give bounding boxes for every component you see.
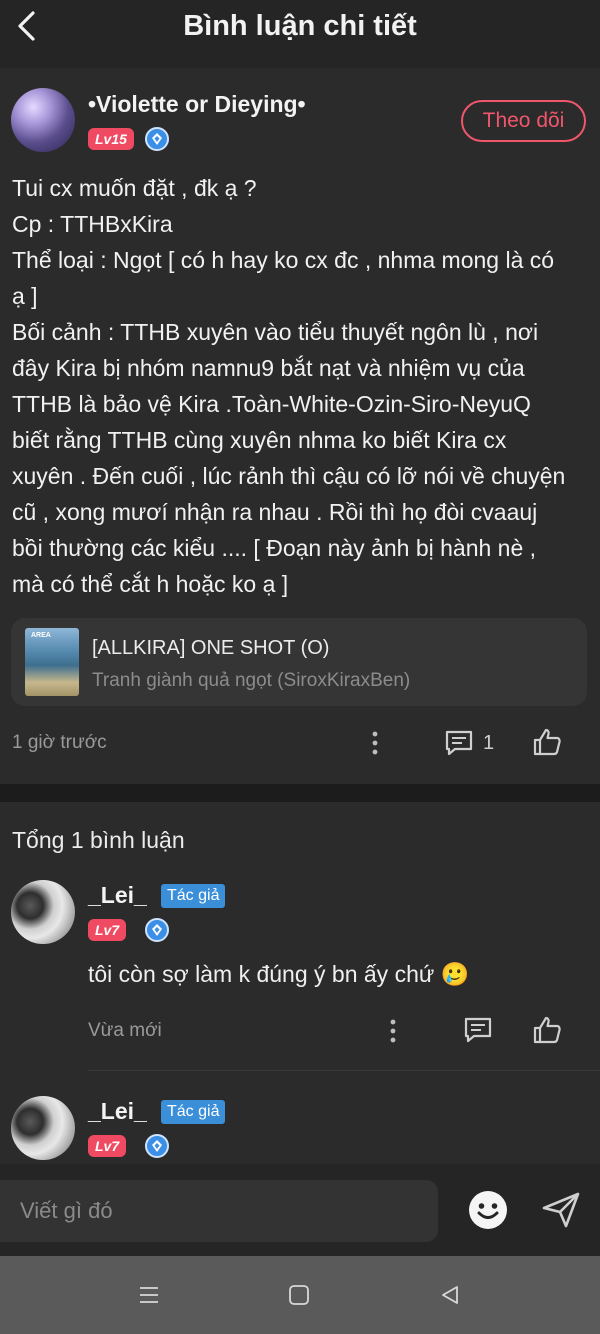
smiley-icon[interactable]	[466, 1188, 510, 1232]
post-line: mà có thể cắt h hoặc ko ạ ]	[12, 571, 289, 597]
comment-time: Vừa mới	[88, 1020, 162, 1041]
commenter-avatar[interactable]	[11, 1096, 75, 1160]
total-comments-label: Tổng 1 bình luận	[12, 827, 185, 853]
author-tag: Tác giả	[161, 884, 226, 908]
send-icon[interactable]	[539, 1189, 583, 1231]
more-vertical-icon[interactable]	[364, 728, 386, 758]
story-title: [ALLKIRA] ONE SHOT (O)	[92, 637, 330, 659]
vip-diamond-icon	[145, 1134, 169, 1158]
vip-diamond-icon	[145, 918, 169, 942]
home-square-icon[interactable]	[287, 1283, 311, 1307]
author-tag: Tác giả	[161, 1100, 226, 1124]
post-line: Tui cx muốn đặt , đk ạ ?	[12, 175, 257, 201]
author-avatar[interactable]	[11, 88, 75, 152]
comment-input[interactable]: Viết gì đó	[0, 1180, 438, 1242]
post-line: bồi thường các kiểu .... [ Đoạn này ảnh …	[12, 535, 537, 561]
comment-text: tôi còn sợ làm k đúng ý bn ấy chứ 🥲	[88, 961, 470, 987]
comments-section: Tổng 1 bình luận _Lei_ Tác giả Lv7 tôi c…	[0, 802, 600, 1164]
post-line: cũ , xong mươí nhận ra nhau . Rồi thì họ…	[12, 499, 538, 525]
header-bar: Bình luận chi tiết	[0, 0, 600, 60]
reply-icon[interactable]	[461, 1014, 495, 1046]
commenter-avatar[interactable]	[11, 880, 75, 944]
back-triangle-icon[interactable]	[438, 1283, 462, 1307]
post-content: Tui cx muốn đặt , đk ạ ? Cp : TTHBxKira …	[12, 170, 590, 602]
level-badge: Lv15	[88, 128, 134, 150]
post-card: •Violette or Dieying• Lv15 Theo dõi Tui …	[0, 68, 600, 784]
section-divider	[0, 784, 600, 802]
story-cover-image: AREA	[25, 628, 79, 696]
post-line: Thể loại : Ngọt [ có h hay ko cx đc , nh…	[12, 247, 555, 273]
comment-icon[interactable]	[442, 727, 476, 759]
post-line: Bối cảnh : TTHB xuyên vào tiểu thuyết ng…	[12, 319, 539, 345]
story-subtitle: Tranh giành quả ngọt (SiroxKiraxBen)	[92, 670, 411, 691]
level-badge: Lv7	[88, 919, 127, 941]
recent-apps-icon[interactable]	[136, 1282, 162, 1308]
thumbs-up-icon[interactable]	[530, 725, 564, 759]
comment-input-bar: Viết gì đó	[0, 1164, 600, 1256]
linked-story-card[interactable]: AREA [ALLKIRA] ONE SHOT (O) Tranh giành …	[11, 618, 587, 706]
post-line: biết rằng TTHB cùng xuyên nhma ko biết K…	[12, 427, 507, 453]
level-badge: Lv7	[88, 1135, 127, 1157]
vip-diamond-icon	[145, 127, 169, 151]
post-line: Cp : TTHBxKira	[12, 211, 173, 237]
author-name[interactable]: •Violette or Dieying•	[88, 91, 306, 118]
page-title: Bình luận chi tiết	[183, 10, 417, 42]
post-line: TTHB là bảo vệ Kira .Toàn-White-Ozin-Sir…	[12, 391, 531, 417]
comment-divider	[88, 1070, 600, 1071]
post-time: 1 giờ trước	[12, 732, 107, 753]
post-line: ạ ]	[12, 283, 38, 309]
follow-button[interactable]: Theo dõi	[461, 100, 586, 142]
comment-count: 1	[483, 732, 495, 754]
story-cover-text: AREA	[31, 632, 51, 639]
system-nav-bar	[0, 1256, 600, 1334]
commenter-name[interactable]: _Lei_	[88, 1098, 147, 1125]
thumbs-up-icon[interactable]	[530, 1013, 564, 1047]
post-line: xuyên . Đến cuối , lúc rảnh thì cậu có l…	[12, 463, 566, 489]
post-line: đây Kira bị nhóm namnu9 bắt nạt và nhiệm…	[12, 355, 525, 381]
more-vertical-icon[interactable]	[382, 1016, 404, 1046]
commenter-name[interactable]: _Lei_	[88, 882, 147, 909]
